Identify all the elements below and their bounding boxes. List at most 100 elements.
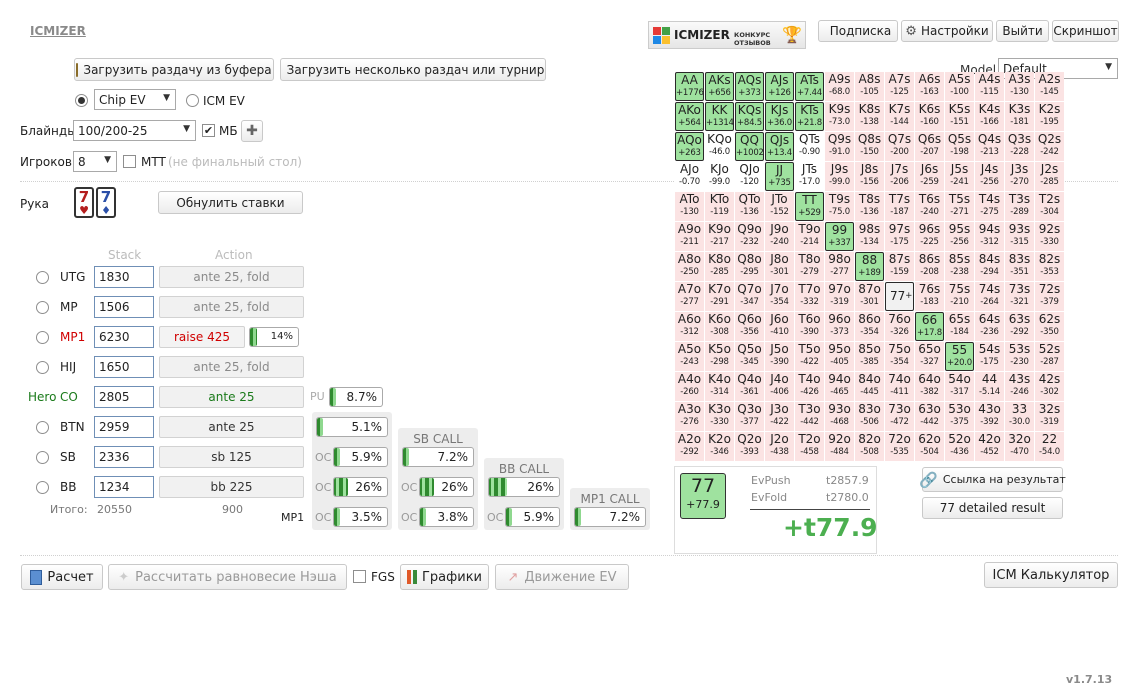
- hand-cell[interactable]: Q7o -347: [735, 282, 764, 311]
- hand-cell[interactable]: 66 +17.8: [915, 312, 944, 341]
- hand-cell[interactable]: K4o -314: [705, 372, 734, 401]
- mp1-call-bar[interactable]: 7.2%: [574, 507, 646, 527]
- hole-card-2[interactable]: 7 ♦: [96, 187, 116, 218]
- hand-cell[interactable]: T6s -240: [915, 192, 944, 221]
- hand-cell[interactable]: 84s -294: [975, 252, 1004, 281]
- hand-cell[interactable]: 86s -208: [915, 252, 944, 281]
- hand-cell[interactable]: J2o -438: [765, 432, 794, 461]
- hand-cell[interactable]: T7s -187: [885, 192, 914, 221]
- hand-cell[interactable]: QJo -120: [735, 162, 764, 191]
- icm-calculator-button[interactable]: ICM Калькулятор: [984, 562, 1118, 588]
- action-field[interactable]: ante 25: [159, 416, 304, 438]
- hand-cell[interactable]: J4o -406: [765, 372, 794, 401]
- hand-cell[interactable]: T9o -214: [795, 222, 824, 251]
- hand-cell[interactable]: 42o -452: [975, 432, 1004, 461]
- hand-cell[interactable]: QTo -136: [735, 192, 764, 221]
- position-radio-sb[interactable]: [36, 451, 49, 464]
- players-select[interactable]: 8 ▼: [73, 151, 117, 172]
- sb-oc-mp1-bar[interactable]: 3.8%: [419, 507, 474, 527]
- hand-cell[interactable]: K8o -285: [705, 252, 734, 281]
- app-logo-text[interactable]: ICMIZER: [30, 24, 86, 38]
- hand-cell[interactable]: JTs -17.0: [795, 162, 824, 191]
- hand-cell[interactable]: TT +529: [795, 192, 824, 221]
- hand-cell[interactable]: J5o -390: [765, 342, 794, 371]
- hand-cell[interactable]: K2o -346: [705, 432, 734, 461]
- hand-cell[interactable]: A7o -277: [675, 282, 704, 311]
- hand-cell[interactable]: 84o -445: [855, 372, 884, 401]
- hand-cell[interactable]: K7s -144: [885, 102, 914, 131]
- hand-cell[interactable]: 42s -302: [1035, 372, 1064, 401]
- stack-input[interactable]: 2959: [94, 416, 154, 438]
- hand-cell[interactable]: Q2s -242: [1035, 132, 1064, 161]
- add-blinds-button[interactable]: ✚: [241, 120, 263, 142]
- hand-cell[interactable]: Q3s -228: [1005, 132, 1034, 161]
- hand-cell[interactable]: T6o -390: [795, 312, 824, 341]
- hand-cell[interactable]: Q7s -200: [885, 132, 914, 161]
- load-from-buffer-button[interactable]: Загрузить раздачу из буфера: [74, 58, 274, 81]
- hand-cell[interactable]: 73o -472: [885, 402, 914, 431]
- hand-cell[interactable]: K9s -73.0: [825, 102, 854, 131]
- hand-cell[interactable]: KTo -119: [705, 192, 734, 221]
- hand-cell[interactable]: K8s -138: [855, 102, 884, 131]
- hand-cell[interactable]: Q4s -213: [975, 132, 1004, 161]
- hand-cell[interactable]: ATo -130: [675, 192, 704, 221]
- hand-cell[interactable]: T7o -332: [795, 282, 824, 311]
- hand-cell[interactable]: K5o -298: [705, 342, 734, 371]
- hand-cell[interactable]: 82s -353: [1035, 252, 1064, 281]
- hand-cell[interactable]: 87o -301: [855, 282, 884, 311]
- hand-cell[interactable]: J3s -270: [1005, 162, 1034, 191]
- hand-cell[interactable]: A5s -100: [945, 72, 974, 101]
- hand-cell[interactable]: 72s -379: [1035, 282, 1064, 311]
- hand-cell[interactable]: A2s -145: [1035, 72, 1064, 101]
- hand-cell[interactable]: 43s -246: [1005, 372, 1034, 401]
- hand-cell[interactable]: T8s -136: [855, 192, 884, 221]
- hand-cell[interactable]: Q6o -356: [735, 312, 764, 341]
- hand-cell[interactable]: 77+77.9: [885, 282, 914, 311]
- hand-cell[interactable]: A9s -68.0: [825, 72, 854, 101]
- action-field[interactable]: ante 25, fold: [159, 356, 304, 378]
- hand-cell[interactable]: 96s -225: [915, 222, 944, 251]
- hand-cell[interactable]: KQs +84.5: [735, 102, 764, 131]
- hand-cell[interactable]: Q3o -377: [735, 402, 764, 431]
- hand-cell[interactable]: 83s -351: [1005, 252, 1034, 281]
- hand-cell[interactable]: 85o -385: [855, 342, 884, 371]
- action-field[interactable]: raise 425: [159, 326, 245, 348]
- hand-cell[interactable]: Q2o -393: [735, 432, 764, 461]
- hand-cell[interactable]: J4s -256: [975, 162, 1004, 191]
- hand-cell[interactable]: 52s -287: [1035, 342, 1064, 371]
- logout-button[interactable]: Выйти: [996, 20, 1049, 42]
- hand-cell[interactable]: 74s -264: [975, 282, 1004, 311]
- chip-ev-radio[interactable]: [75, 94, 88, 107]
- position-radio-mp[interactable]: [36, 301, 49, 314]
- hand-cell[interactable]: 53s -230: [1005, 342, 1034, 371]
- action-field[interactable]: ante 25: [159, 386, 304, 408]
- hand-cell[interactable]: QTs -0.90: [795, 132, 824, 161]
- hand-cell[interactable]: 73s -321: [1005, 282, 1034, 311]
- hand-cell[interactable]: 75s -210: [945, 282, 974, 311]
- hand-cell[interactable]: 98o -277: [825, 252, 854, 281]
- hand-cell[interactable]: KTs +21.8: [795, 102, 824, 131]
- hand-cell[interactable]: AQs +373: [735, 72, 764, 101]
- hand-cell[interactable]: A2o -292: [675, 432, 704, 461]
- hand-cell[interactable]: 97s -175: [885, 222, 914, 251]
- hand-cell[interactable]: Q6s -207: [915, 132, 944, 161]
- hand-cell[interactable]: 94s -312: [975, 222, 1004, 251]
- screenshot-button[interactable]: Скриншот: [1052, 20, 1119, 42]
- fgs-checkbox[interactable]: [353, 570, 366, 583]
- hand-cell[interactable]: AKs +656: [705, 72, 734, 101]
- hand-cell[interactable]: 64s -236: [975, 312, 1004, 341]
- stack-input[interactable]: 1830: [94, 266, 154, 288]
- action-field[interactable]: ante 25, fold: [159, 266, 304, 288]
- hand-cell[interactable]: 76o -326: [885, 312, 914, 341]
- hand-cell[interactable]: 52o -436: [945, 432, 974, 461]
- hand-cell[interactable]: 87s -159: [885, 252, 914, 281]
- hand-cell[interactable]: 75o -354: [885, 342, 914, 371]
- hand-cell[interactable]: T3o -442: [795, 402, 824, 431]
- sb-oc-bb-bar[interactable]: 26%: [419, 477, 474, 497]
- hand-cell[interactable]: J9o -240: [765, 222, 794, 251]
- hand-cell[interactable]: 93o -468: [825, 402, 854, 431]
- hand-cell[interactable]: K3o -330: [705, 402, 734, 431]
- hand-cell[interactable]: 63s -292: [1005, 312, 1034, 341]
- hand-cell[interactable]: T8o -279: [795, 252, 824, 281]
- hand-cell[interactable]: A3s -130: [1005, 72, 1034, 101]
